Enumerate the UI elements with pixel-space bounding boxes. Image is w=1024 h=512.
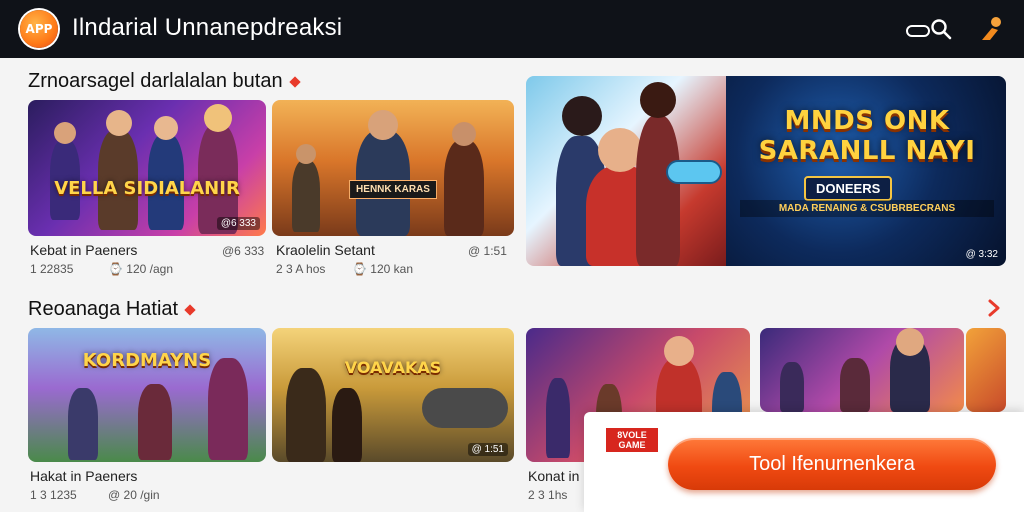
character-art bbox=[368, 110, 398, 140]
hot-icon bbox=[184, 304, 196, 316]
card-meta-right: ⌚ 120 /agn bbox=[108, 262, 173, 276]
card-meta-right: ⌚ 120 kan bbox=[352, 262, 413, 276]
section-title-2: Reoanaga Hatiat bbox=[28, 298, 196, 321]
character-art bbox=[452, 122, 476, 146]
search-button[interactable] bbox=[904, 17, 956, 43]
featured-title-line2: SARANLL NAYI bbox=[758, 136, 976, 166]
section-title-text: Zrnoarsagel darlalalan butan bbox=[28, 70, 283, 92]
cannon-art bbox=[422, 388, 508, 428]
card-time: @6 333 bbox=[222, 244, 265, 258]
hot-icon bbox=[288, 76, 301, 88]
character-art bbox=[54, 122, 76, 144]
card-title[interactable]: Kraolelin Setant bbox=[276, 242, 375, 258]
character-art bbox=[154, 116, 178, 140]
featured-tagline: MADA RENAING & CSUBRBECRANS bbox=[740, 200, 994, 217]
character-art bbox=[636, 116, 680, 266]
card-meta-left: 2 3 1hs bbox=[528, 488, 568, 502]
card-title[interactable]: Hakat in Paeners bbox=[30, 468, 137, 484]
character-art bbox=[546, 378, 570, 458]
section-title-text: Reoanaga Hatiat bbox=[28, 298, 179, 320]
featured-title-line1: MNDS ONK bbox=[784, 106, 950, 136]
character-art bbox=[896, 328, 924, 356]
app-logo[interactable]: APP bbox=[20, 10, 58, 48]
character-art bbox=[562, 96, 602, 136]
character-art bbox=[208, 358, 248, 460]
character-art bbox=[840, 358, 870, 412]
game-card[interactable] bbox=[760, 328, 964, 412]
game-logo: VOAVAKAS bbox=[344, 358, 442, 377]
featured-banner-art[interactable] bbox=[526, 76, 726, 266]
card-meta-left: 2 3 A hos bbox=[276, 262, 326, 276]
time-badge: @6 333 bbox=[216, 217, 260, 230]
clock-icon: ⌚ bbox=[352, 262, 367, 276]
publisher-logo: 8VOLE GAME bbox=[606, 428, 658, 452]
install-panel: 8VOLE GAME Tool Ifenurnenkera bbox=[584, 412, 1024, 512]
time-badge: @ 1:51 bbox=[467, 443, 508, 456]
game-card[interactable]: VOAVAKAS @ 1:51 bbox=[272, 328, 514, 462]
game-logo: VELLA SIDIALANIR bbox=[54, 178, 240, 199]
card-time: @ 1:51 bbox=[468, 244, 507, 258]
character-art bbox=[444, 140, 484, 236]
character-art bbox=[106, 110, 132, 136]
character-art bbox=[138, 384, 172, 460]
character-art bbox=[664, 336, 694, 366]
app-title: Ilndarial Unnanepdreaksi bbox=[72, 14, 343, 41]
card-meta-right-text: 120 /agn bbox=[126, 262, 174, 276]
chat-bubble-icon bbox=[906, 25, 930, 37]
character-art bbox=[332, 388, 362, 462]
clock-icon: ⌚ bbox=[108, 262, 123, 276]
card-meta-right-text: 120 kan bbox=[370, 262, 413, 276]
card-meta-right: @ 20 /gin bbox=[108, 488, 160, 502]
character-art bbox=[780, 362, 804, 412]
chevron-right-icon[interactable] bbox=[986, 298, 1002, 318]
card-title[interactable]: Konat in bbox=[528, 468, 579, 484]
game-card-peek[interactable] bbox=[966, 328, 1006, 412]
card-title[interactable]: Kebat in Paeners bbox=[30, 242, 137, 258]
character-art bbox=[292, 160, 320, 232]
blaster-art bbox=[666, 160, 722, 184]
game-card[interactable]: HENNK KARAS bbox=[272, 100, 514, 236]
game-logo: HENNK KARAS bbox=[349, 180, 437, 199]
card-meta-left: 1 3 1235 bbox=[30, 488, 77, 502]
card-meta-left: 1 22835 bbox=[30, 262, 74, 276]
character-art bbox=[296, 144, 316, 164]
person-icon[interactable] bbox=[976, 14, 1006, 44]
time-badge: @ 3:32 bbox=[965, 249, 998, 260]
featured-title: MNDS ONK SARANLL NAYI bbox=[752, 106, 982, 166]
top-bar: APP Ilndarial Unnanepdreaksi bbox=[0, 0, 1024, 58]
search-icon bbox=[931, 19, 952, 40]
character-art bbox=[640, 82, 676, 118]
install-button[interactable]: Tool Ifenurnenkera bbox=[668, 438, 996, 490]
game-card[interactable]: VELLA SIDIALANIR @6 333 bbox=[28, 100, 266, 236]
character-art bbox=[204, 104, 232, 132]
featured-subtitle: DONEERS bbox=[804, 176, 893, 201]
section-title-1: Zrnoarsagel darlalalan butan bbox=[28, 70, 301, 93]
game-card[interactable]: KORDMAYNS bbox=[28, 328, 266, 462]
character-art bbox=[286, 368, 326, 462]
game-logo: KORDMAYNS bbox=[82, 350, 212, 371]
featured-banner[interactable]: MNDS ONK SARANLL NAYI DONEERS MADA RENAI… bbox=[726, 76, 1006, 266]
character-art bbox=[68, 388, 98, 460]
